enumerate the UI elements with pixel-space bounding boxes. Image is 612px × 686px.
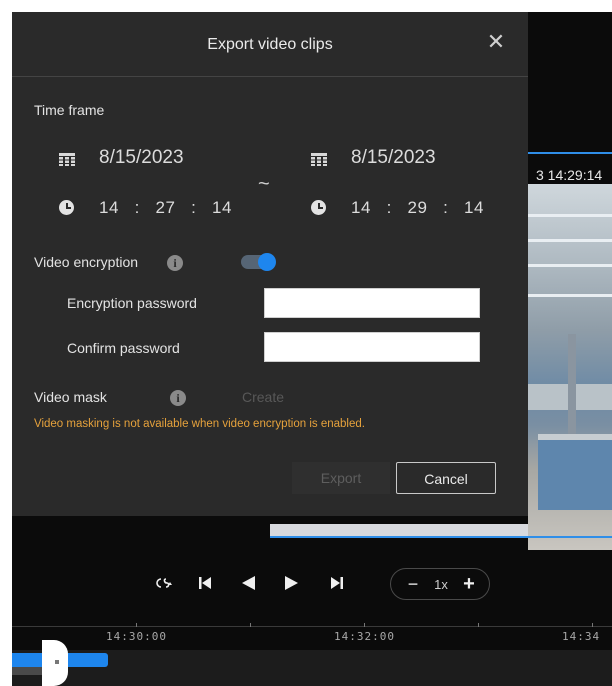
playback-speed-control: − 1x + [390,568,490,600]
timeline-tick [592,623,593,627]
mask-warning-text: Video masking is not available when vide… [34,418,365,430]
sync-icon[interactable] [155,576,173,590]
timeline-playhead-handle[interactable] [42,640,68,686]
video-mask-label: Video mask [34,389,107,405]
close-icon[interactable]: ✕ [484,30,508,54]
end-second[interactable]: 14 [464,198,484,217]
clock-icon [59,200,74,215]
time-separator: : [134,198,140,217]
calendar-icon[interactable] [311,153,327,166]
speed-increase-button[interactable]: + [459,574,479,594]
skip-to-start-icon[interactable] [198,576,212,590]
timeline-label: 14:30:00 [106,630,167,643]
video-encryption-toggle[interactable] [241,253,276,271]
end-hour[interactable]: 14 [351,198,371,217]
start-hour[interactable]: 14 [99,198,119,217]
end-date-field[interactable]: 8/15/2023 [351,147,436,169]
handle-grip [55,660,59,664]
info-icon[interactable]: i [170,390,186,406]
camera-timestamp: 3 14:29:14 [536,167,603,183]
timeline-ruler [12,626,612,627]
start-minute[interactable]: 27 [156,198,176,217]
dialog-header: Export video clips ✕ [12,12,528,77]
time-frame-label: Time frame [34,102,105,118]
video-encryption-label: Video encryption [34,254,139,270]
create-mask-button[interactable]: Create [242,389,284,405]
start-date-field[interactable]: 8/15/2023 [99,147,184,169]
cancel-button[interactable]: Cancel [396,462,496,494]
start-time-field[interactable]: 14 : 27 : 14 [99,198,232,218]
clock-icon [311,200,326,215]
timeline-label: 14:32:00 [334,630,395,643]
app-frame: 3 14:29:14 Export video clips ✕ Time fra… [12,12,612,686]
playback-speed-value: 1x [434,577,448,592]
timeline-tick [250,623,251,627]
range-separator: ~ [258,173,270,195]
camera-video-feed[interactable] [528,184,612,550]
camera-view-border-bottom [270,536,612,538]
dialog-title: Export video clips [207,36,333,53]
time-separator: : [386,198,392,217]
confirm-password-label: Confirm password [67,340,180,356]
timeline-tick [364,623,365,627]
end-time-field[interactable]: 14 : 29 : 14 [351,198,484,218]
step-back-icon[interactable] [240,575,256,591]
encryption-password-label: Encryption password [67,295,197,311]
start-second[interactable]: 14 [212,198,232,217]
skip-to-end-icon[interactable] [330,576,344,590]
play-icon[interactable] [284,575,300,591]
calendar-icon[interactable] [59,153,75,166]
timeline-label: 14:34 [562,630,601,643]
export-button[interactable]: Export [292,462,390,494]
encryption-password-input[interactable] [264,288,480,318]
time-separator: : [443,198,449,217]
toggle-knob [258,253,276,271]
time-separator: : [191,198,197,217]
end-minute[interactable]: 29 [408,198,428,217]
timeline-tick [478,623,479,627]
confirm-password-input[interactable] [264,332,480,362]
speed-decrease-button[interactable]: − [403,574,423,594]
timeline-tick [136,623,137,627]
info-icon[interactable]: i [167,255,183,271]
export-dialog: Export video clips ✕ Time frame 8/15/202… [12,12,528,516]
